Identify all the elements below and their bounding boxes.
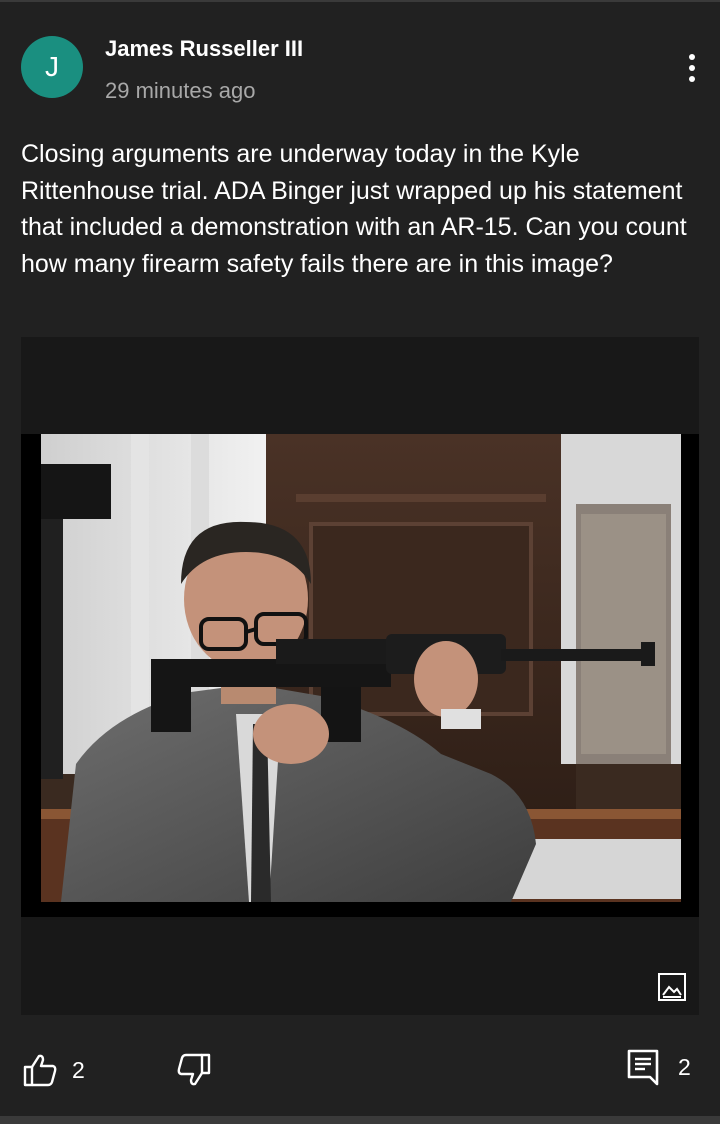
post-photo[interactable] — [21, 434, 699, 917]
like-button[interactable]: 2 — [22, 1052, 85, 1088]
more-options-button[interactable] — [672, 48, 712, 88]
like-count: 2 — [72, 1056, 85, 1083]
post-card: J James Russeller III 29 minutes ago Clo… — [0, 0, 720, 1116]
post-timestamp: 29 minutes ago — [105, 78, 256, 103]
comments-button[interactable]: 2 — [626, 1048, 691, 1086]
post-media[interactable] — [21, 337, 699, 1015]
more-vertical-icon — [689, 54, 695, 82]
comment-count: 2 — [678, 1053, 691, 1080]
comment-icon — [627, 1049, 659, 1086]
author-name[interactable]: James Russeller III — [105, 36, 303, 62]
image-icon — [658, 973, 686, 1001]
dislike-button[interactable] — [176, 1052, 212, 1088]
avatar[interactable]: J — [21, 36, 83, 98]
post-text: Closing arguments are underway today in … — [21, 140, 687, 278]
bottom-divider — [0, 1116, 720, 1124]
thumbs-down-icon — [177, 1053, 211, 1086]
view-image-button[interactable] — [652, 967, 692, 1007]
thumbs-up-icon — [23, 1054, 57, 1087]
courtroom-photo — [21, 434, 699, 917]
avatar-letter: J — [45, 51, 59, 82]
